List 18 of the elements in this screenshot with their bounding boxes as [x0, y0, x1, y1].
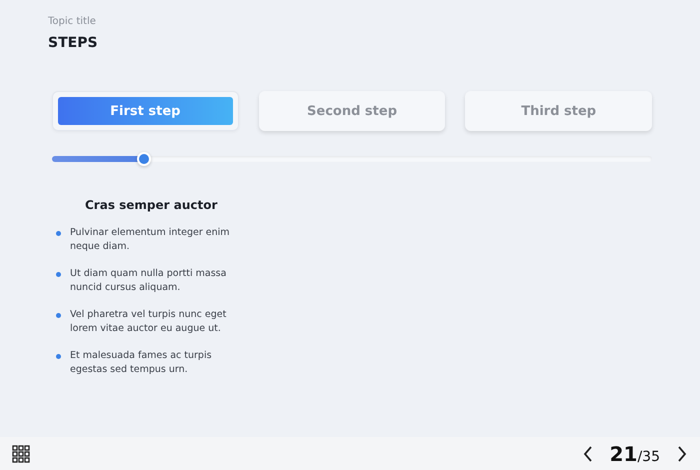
bullet-text: Ut diam quam nulla portti massa nuncid cursus aliquam. — [70, 267, 228, 295]
step-tab[interactable]: First step — [52, 91, 239, 131]
step-tab[interactable]: Third step — [465, 91, 652, 131]
step-tab[interactable]: Second step — [258, 91, 446, 131]
bullet-dot — [56, 272, 61, 277]
current-page: 21 — [610, 442, 638, 466]
bullet-dot — [56, 313, 61, 318]
page-title: STEPS — [48, 35, 99, 51]
bullet-text: Pulvinar elementum integer enim neque diam. — [70, 226, 231, 254]
total-pages: /35 — [637, 448, 660, 464]
slider-thumb[interactable] — [136, 152, 151, 166]
bullet-dot — [56, 354, 61, 359]
bullet-text: Et malesuada fames ac turpis egestas sed tempus urn. — [70, 349, 213, 377]
menu-grid-icon[interactable] — [10, 442, 32, 464]
content-heading: Cras semper auctor — [85, 198, 218, 212]
topic-title: Topic title — [48, 16, 97, 27]
bullet-text: Vel pharetra vel turpis nunc eget lorem vitae auctor eu augue ut. — [70, 308, 228, 336]
bullet-dot — [56, 231, 61, 236]
